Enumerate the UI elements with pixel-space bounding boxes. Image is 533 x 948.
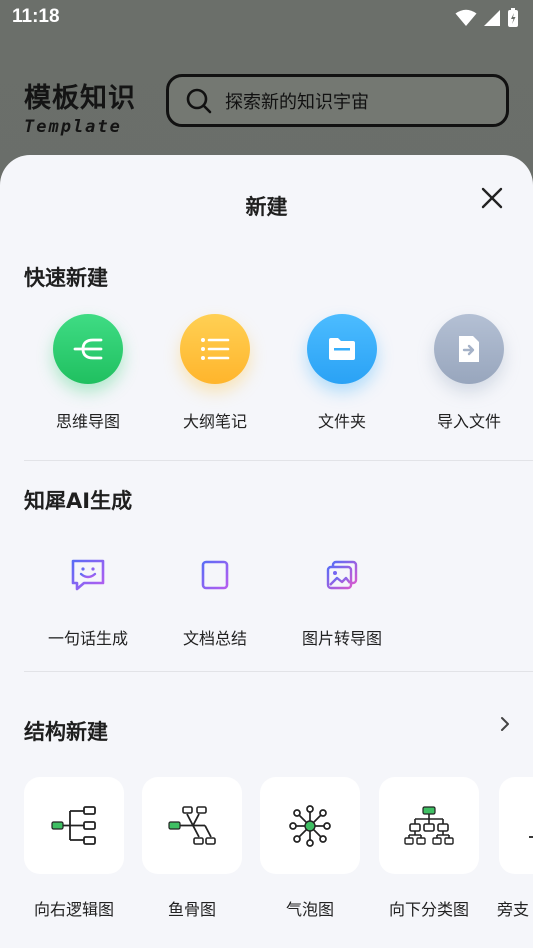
ai-item-sentence[interactable]: 一句话生成 bbox=[24, 555, 152, 649]
structure-card-tree-down[interactable] bbox=[379, 777, 479, 874]
logic-right-icon bbox=[51, 805, 96, 845]
document-icon bbox=[195, 555, 235, 595]
outline-icon bbox=[180, 314, 250, 384]
status-time: 11:18 bbox=[12, 6, 60, 27]
status-icons bbox=[455, 8, 519, 28]
quick-item-import[interactable]: 导入文件 bbox=[414, 314, 524, 432]
folder-icon bbox=[307, 314, 377, 384]
chat-smile-icon bbox=[68, 555, 108, 595]
quick-item-folder[interactable]: 文件夹 bbox=[287, 314, 397, 432]
side-branch-icon bbox=[529, 835, 533, 838]
app-logo: 模板知识 Template bbox=[24, 76, 136, 137]
search-placeholder: 探索新的知识宇宙 bbox=[225, 91, 369, 113]
logo-subtitle: Template bbox=[24, 117, 122, 137]
wifi-icon bbox=[455, 9, 477, 26]
quick-item-outline[interactable]: 大纲笔记 bbox=[160, 314, 270, 432]
structure-label: 鱼骨图 bbox=[167, 900, 216, 919]
signal-icon bbox=[484, 10, 500, 26]
quick-label: 思维导图 bbox=[55, 412, 120, 431]
sheet-title: 新建 bbox=[245, 195, 288, 219]
logo-title: 模板知识 bbox=[24, 83, 136, 114]
ai-item-image-to-map[interactable]: 图片转导图 bbox=[278, 555, 406, 649]
structure-label: 旁支 bbox=[497, 900, 530, 919]
quick-label: 大纲笔记 bbox=[182, 412, 247, 431]
quick-section-title: 快速新建 bbox=[24, 266, 108, 290]
mindmap-icon bbox=[53, 314, 123, 384]
structure-label: 向右逻辑图 bbox=[33, 900, 114, 919]
divider bbox=[24, 671, 533, 672]
ai-label: 一句话生成 bbox=[47, 629, 128, 648]
tree-down-icon bbox=[404, 805, 454, 845]
structure-card-bubble[interactable] bbox=[260, 777, 360, 874]
structure-card-fishbone[interactable] bbox=[142, 777, 242, 874]
battery-icon bbox=[508, 8, 518, 27]
structure-section-title: 结构新建 bbox=[24, 720, 108, 744]
ai-label: 图片转导图 bbox=[301, 629, 382, 648]
quick-label: 文件夹 bbox=[317, 412, 366, 431]
close-icon[interactable] bbox=[479, 185, 505, 211]
structure-card-logic-right[interactable] bbox=[24, 777, 124, 874]
quick-item-mindmap[interactable]: 思维导图 bbox=[33, 314, 143, 432]
structure-card-side-branch[interactable] bbox=[499, 777, 533, 874]
bubble-icon bbox=[289, 804, 331, 847]
status-bar: 11:18 bbox=[0, 0, 533, 34]
ai-section-title: 知犀AI生成 bbox=[24, 489, 133, 513]
image-icon bbox=[322, 555, 362, 595]
ai-label: 文档总结 bbox=[182, 629, 247, 648]
search-bar[interactable]: 探索新的知识宇宙 bbox=[166, 74, 509, 127]
divider bbox=[24, 460, 533, 461]
new-item-sheet: 新建 快速新建 思维导图 大纲笔记 文件夹 导入文件 知犀AI生成 一句话生成 bbox=[0, 155, 533, 948]
fishbone-icon bbox=[168, 805, 216, 845]
structure-label: 向下分类图 bbox=[388, 900, 469, 919]
quick-label: 导入文件 bbox=[436, 412, 501, 431]
ai-item-doc-summary[interactable]: 文档总结 bbox=[151, 555, 279, 649]
structure-label: 气泡图 bbox=[285, 900, 334, 919]
import-file-icon bbox=[434, 314, 504, 384]
chevron-right-icon[interactable] bbox=[497, 716, 513, 732]
search-icon bbox=[186, 88, 212, 113]
